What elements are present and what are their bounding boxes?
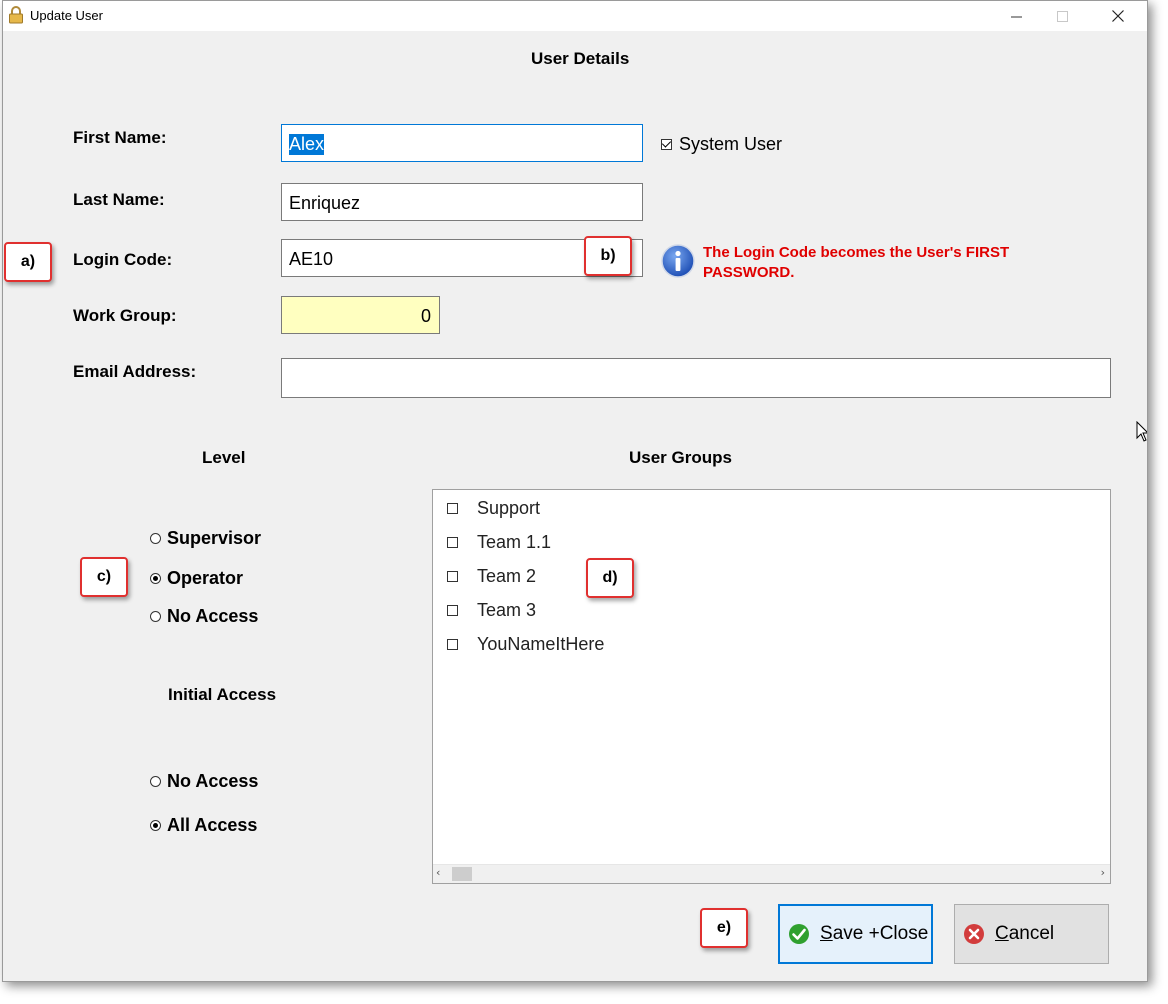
login-code-label: Login Code:: [73, 250, 173, 269]
radio-off-icon: [150, 611, 161, 622]
radio-on-icon: [150, 820, 161, 831]
system-user-check-icon: [661, 139, 672, 150]
initial-access-option-label: All Access: [167, 815, 258, 835]
level-supervisor-radio[interactable]: Supervisor: [150, 528, 261, 549]
maximize-icon: [1056, 10, 1068, 22]
checkbox-icon: [447, 503, 458, 514]
close-icon: [1112, 10, 1124, 22]
level-option-label: Operator: [167, 568, 244, 588]
cancel-accelerator: C: [995, 923, 1009, 944]
last-name-label: Last Name:: [73, 190, 165, 209]
horizontal-scrollbar[interactable]: ‹ ›: [433, 864, 1110, 883]
mouse-cursor-icon: [1136, 421, 1147, 442]
initial-access-heading: Initial Access: [168, 685, 277, 704]
scroll-right-icon[interactable]: ›: [1101, 866, 1105, 879]
close-button[interactable]: [1095, 1, 1141, 31]
user-groups-list[interactable]: Support Team 1.1 Team 2 Team 3 YouNameIt…: [432, 489, 1111, 884]
maximize-button[interactable]: [1039, 1, 1085, 31]
level-heading: Level: [202, 448, 246, 467]
radio-off-icon: [150, 533, 161, 544]
level-option-label: Supervisor: [167, 528, 262, 548]
save-label-rest: ave +Close: [832, 923, 929, 944]
checkbox-icon: [447, 605, 458, 616]
checkbox-icon: [447, 571, 458, 582]
check-icon: [789, 924, 809, 944]
work-group-value: 0: [420, 306, 431, 326]
login-code-value: AE10: [289, 249, 334, 269]
callout-a: a): [4, 242, 52, 282]
initial-no-access-radio[interactable]: No Access: [150, 771, 258, 792]
work-group-label: Work Group:: [73, 306, 177, 325]
window-title: Update User: [30, 8, 103, 23]
save-accelerator: S: [820, 923, 833, 944]
user-group-label: Team 3: [477, 600, 537, 620]
minimize-icon: [1010, 16, 1022, 17]
user-group-item[interactable]: Support: [447, 498, 540, 519]
minimize-button[interactable]: [993, 1, 1039, 31]
callout-c: c): [80, 557, 128, 597]
user-group-item[interactable]: Team 1.1: [447, 532, 551, 553]
callout-e: e): [700, 908, 748, 948]
radio-on-icon: [150, 573, 161, 584]
scroll-left-icon[interactable]: ‹: [436, 866, 440, 879]
save-close-button[interactable]: Save +Close: [778, 904, 933, 964]
first-name-value: Alex: [289, 134, 325, 155]
title-bar[interactable]: Update User: [3, 1, 1147, 31]
checkbox-icon: [447, 639, 458, 650]
system-user-checkbox[interactable]: System User: [661, 134, 782, 155]
last-name-value: Enriquez: [289, 193, 361, 213]
user-group-item[interactable]: Team 2: [447, 566, 536, 587]
user-group-label: Team 2: [477, 566, 537, 586]
checkbox-icon: [447, 537, 458, 548]
cancel-label-rest: ancel: [1008, 923, 1055, 944]
user-group-item[interactable]: YouNameItHere: [447, 634, 604, 655]
update-user-window: Update User User Details First Name: Las…: [2, 0, 1148, 982]
user-group-label: Team 1.1: [477, 532, 552, 552]
radio-off-icon: [150, 776, 161, 787]
initial-access-option-label: No Access: [167, 771, 259, 791]
save-close-label: Save +Close: [820, 923, 928, 945]
padlock-icon: [9, 6, 23, 24]
last-name-field[interactable]: Enriquez: [281, 183, 643, 221]
level-operator-radio[interactable]: Operator: [150, 568, 243, 589]
level-option-label: No Access: [167, 606, 259, 626]
info-icon: [661, 244, 695, 278]
level-no-access-radio[interactable]: No Access: [150, 606, 258, 627]
callout-b: b): [584, 236, 632, 276]
user-group-item[interactable]: Team 3: [447, 600, 536, 621]
email-label: Email Address:: [73, 362, 197, 381]
cancel-button[interactable]: Cancel: [954, 904, 1109, 964]
initial-all-access-radio[interactable]: All Access: [150, 815, 257, 836]
email-field[interactable]: [281, 358, 1111, 398]
system-user-label: System User: [679, 134, 783, 154]
first-name-label: First Name:: [73, 128, 167, 147]
work-group-field[interactable]: 0: [281, 296, 440, 334]
user-groups-heading: User Groups: [629, 448, 732, 467]
user-group-label: YouNameItHere: [477, 634, 605, 654]
cancel-icon: [964, 924, 984, 944]
user-group-label: Support: [477, 498, 541, 518]
first-name-field[interactable]: Alex: [281, 124, 643, 162]
user-details-heading: User Details: [531, 49, 630, 68]
cancel-label: Cancel: [995, 923, 1054, 945]
login-code-info-text: The Login Code becomes the User's FIRST …: [703, 244, 1010, 281]
callout-d: d): [586, 558, 634, 598]
scroll-thumb[interactable]: [452, 867, 472, 881]
